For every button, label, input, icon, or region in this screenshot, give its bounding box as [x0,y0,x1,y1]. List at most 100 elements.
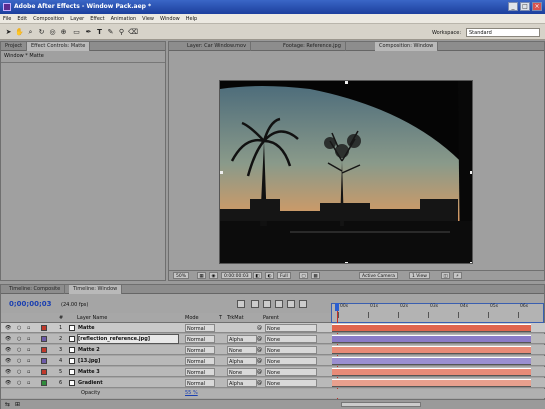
parent-pickwhip-icon[interactable]: @ [257,324,262,332]
lock-icon[interactable]: ▫ [27,335,30,343]
layer-trkmat-select[interactable]: Alpha [227,335,257,343]
frame-blending-icon[interactable] [275,300,283,308]
layer-name[interactable]: [reflection_reference.jpg] [77,334,179,344]
draft-3d-icon[interactable] [251,300,259,308]
visibility-eye-icon[interactable]: 👁 [5,379,11,387]
pen-tool-icon[interactable]: ✒ [84,28,93,37]
lock-icon[interactable]: ▫ [27,324,30,332]
menu-effect[interactable]: Effect [87,14,107,24]
label-color-swatch[interactable] [41,358,47,364]
lock-icon[interactable]: ▫ [27,368,30,376]
parent-pickwhip-icon[interactable]: @ [257,368,262,376]
rotate-tool-icon[interactable]: ↻ [37,28,46,37]
view-layout-select[interactable]: 1 View [409,272,430,279]
layer-mode-select[interactable]: Normal [185,346,215,354]
visibility-eye-icon[interactable]: 👁 [5,368,11,376]
viewer-timecode[interactable]: 0:00:00:03 [221,272,252,279]
show-snapshot-icon[interactable]: ◧ [253,272,262,279]
lock-icon[interactable]: ▫ [27,346,30,354]
snapshot-icon[interactable]: ◉ [209,272,218,279]
layer-mode-select[interactable]: Normal [185,368,215,376]
hand-tool-icon[interactable]: ✋ [15,28,24,37]
label-color-swatch[interactable] [41,325,47,331]
layer-duration-bar[interactable] [332,368,531,376]
menu-composition[interactable]: Composition [30,14,67,24]
layer-row[interactable]: 👁 ○ ▫ 4 [13.jpg] Normal Alpha @ None [1,356,545,366]
resolution-select[interactable]: Full [277,272,291,279]
parent-pickwhip-icon[interactable]: @ [257,335,262,343]
workspace-select[interactable]: Standard [466,28,540,37]
layer-duration-bar[interactable] [332,335,531,343]
rectangle-mask-tool-icon[interactable]: ▭ [72,28,81,37]
layer-mode-select[interactable]: Normal [185,324,215,332]
visibility-eye-icon[interactable]: 👁 [5,346,11,354]
zoom-select[interactable]: 50% [173,272,190,279]
label-color-swatch[interactable] [41,380,47,386]
layer-parent-select[interactable]: None [265,346,317,354]
lock-icon[interactable]: ▫ [27,357,30,365]
tab-project[interactable]: Project [1,42,28,51]
layer-trkmat-select[interactable]: None [227,346,257,354]
solo-icon[interactable]: ○ [17,324,21,332]
menu-animation[interactable]: Animation [108,14,140,24]
layer-duration-bar[interactable] [332,357,531,365]
layer-trkmat-select[interactable]: Alpha [227,357,257,365]
label-color-swatch[interactable] [41,336,47,342]
visibility-eye-icon[interactable]: 👁 [5,335,11,343]
layer-name[interactable]: Matte 2 [78,346,178,354]
selection-tool-icon[interactable]: ➤ [4,28,13,37]
solo-icon[interactable]: ○ [17,379,21,387]
layer-mode-select[interactable]: Normal [185,379,215,387]
layer-duration-bar[interactable] [332,379,531,387]
layer-name[interactable]: Matte 3 [78,368,178,376]
toggle-switches-icon[interactable]: ⇆ [5,401,10,408]
minimize-icon[interactable]: _ [508,2,518,11]
label-color-swatch[interactable] [41,369,47,375]
motion-blur-icon[interactable] [287,300,295,308]
composition-frame[interactable] [219,80,473,264]
layer-mode-select[interactable]: Normal [185,357,215,365]
tab-footage-reference[interactable]: Footage: Reference.jpg [279,42,346,51]
time-ruler[interactable]: 00s 01s 02s 03s 04s 05s 06s [331,303,544,323]
layer-trkmat-select[interactable]: Alpha [227,379,257,387]
solo-icon[interactable]: ○ [17,368,21,376]
safe-zones-icon[interactable]: ▦ [197,272,206,279]
orbit-camera-tool-icon[interactable]: ◎ [48,28,57,37]
hide-shy-layers-icon[interactable] [263,300,271,308]
menu-help[interactable]: Help [183,14,200,24]
tab-timeline-window[interactable]: Timeline: Window [69,285,123,294]
current-time-display[interactable]: 0;00;00;03 [9,300,52,308]
visibility-eye-icon[interactable]: 👁 [5,324,11,332]
fast-previews-icon[interactable]: ⚡ [453,272,462,279]
parent-pickwhip-icon[interactable]: @ [257,379,262,387]
toggle-pixel-aspect-icon[interactable]: ◫ [441,272,450,279]
eraser-tool-icon[interactable]: ⌫ [128,28,138,37]
tab-timeline-composite[interactable]: Timeline: Composite [5,285,66,294]
layer-parent-select[interactable]: None [265,368,317,376]
layer-row[interactable]: 👁 ○ ▫ 3 Matte 2 Normal None @ None [1,345,545,355]
solo-icon[interactable]: ○ [17,335,21,343]
maximize-icon[interactable]: □ [520,2,530,11]
layer-row[interactable]: 👁 ○ ▫ 2 [reflection_reference.jpg] Normal Alph… [1,334,545,344]
layer-parent-select[interactable]: None [265,357,317,365]
visibility-eye-icon[interactable]: 👁 [5,357,11,365]
camera-select[interactable]: Active Camera [359,272,399,279]
close-icon[interactable]: × [532,2,542,11]
label-color-swatch[interactable] [41,347,47,353]
layer-parent-select[interactable]: None [265,335,317,343]
solo-icon[interactable]: ○ [17,357,21,365]
opacity-value[interactable]: 55 % [185,389,198,397]
brush-tool-icon[interactable]: ✎ [106,28,115,37]
layer-trkmat-select[interactable]: None [227,368,257,376]
zoom-slider[interactable] [341,402,421,407]
layer-duration-bar[interactable] [332,346,531,354]
menu-edit[interactable]: Edit [14,14,30,24]
menu-file[interactable]: File [0,14,14,24]
clone-stamp-tool-icon[interactable]: ⚲ [117,28,126,37]
col-header-layer-name[interactable]: Layer Name [77,314,107,322]
lock-icon[interactable]: ▫ [27,379,30,387]
layer-parent-select[interactable]: None [265,324,317,332]
menu-layer[interactable]: Layer [67,14,87,24]
tab-effect-controls[interactable]: Effect Controls: Matte [27,42,91,51]
transparency-grid-icon[interactable]: ▩ [311,272,320,279]
